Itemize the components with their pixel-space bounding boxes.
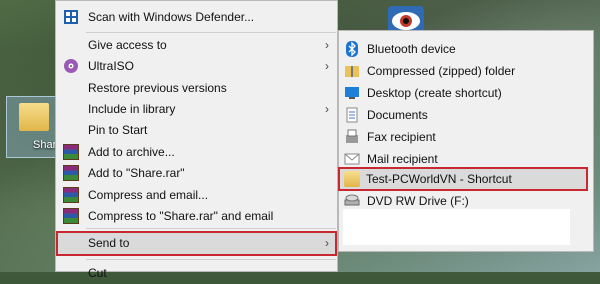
send-to-bluetooth[interactable]: Bluetooth device: [339, 38, 593, 60]
winrar-icon: [63, 165, 79, 181]
send-to-test-pcworldvn[interactable]: Test-PCWorldVN - Shortcut: [338, 167, 588, 191]
dvd-drive-icon: [344, 194, 360, 206]
chevron-right-icon: ›: [325, 38, 329, 52]
menu-item-scan-defender[interactable]: Scan with Windows Defender...: [56, 6, 337, 28]
winrar-icon: [63, 208, 79, 224]
documents-icon: [346, 107, 358, 123]
send-to-documents[interactable]: Documents: [339, 104, 593, 126]
menu-item-label: Give access to: [88, 38, 167, 52]
fax-icon: [346, 129, 358, 143]
submenu-blank-area: [343, 209, 570, 245]
menu-item-label: Include in library: [88, 102, 176, 116]
menu-item-label: Restore previous versions: [88, 81, 227, 95]
menu-item-label: Pin to Start: [88, 123, 148, 137]
menu-item-label: Add to archive...: [88, 145, 175, 159]
menu-separator: [86, 259, 336, 260]
menu-separator: [86, 32, 336, 33]
context-menu: Scan with Windows Defender... Give acces…: [55, 0, 338, 280]
folder-icon: [19, 103, 49, 131]
send-to-label: Bluetooth device: [367, 42, 456, 56]
winrar-icon: [63, 187, 79, 203]
menu-item-compress-email[interactable]: Compress and email...: [56, 184, 337, 206]
menu-item-label: Send to: [88, 236, 130, 250]
menu-item-label: Compress and email...: [88, 188, 209, 202]
menu-item-pin-start[interactable]: Pin to Start: [56, 119, 337, 141]
menu-item-label: Compress to "Share.rar" and email: [88, 209, 274, 223]
menu-item-add-archive[interactable]: Add to archive...: [56, 141, 337, 163]
send-to-label: Fax recipient: [367, 130, 436, 144]
desktop-folder-share[interactable]: Share: [6, 96, 62, 158]
zip-folder-icon: [345, 66, 359, 77]
send-to-label: Compressed (zipped) folder: [367, 64, 516, 78]
mail-icon: [344, 153, 360, 165]
desktop-icon: [345, 87, 359, 99]
send-to-submenu: Bluetooth device Compressed (zipped) fol…: [338, 30, 594, 252]
send-to-label: Documents: [367, 108, 428, 122]
folder-icon: [344, 171, 360, 187]
send-to-label: Test-PCWorldVN - Shortcut: [366, 172, 512, 186]
send-to-zip[interactable]: Compressed (zipped) folder: [339, 60, 593, 82]
menu-item-send-to[interactable]: Send to ›: [56, 231, 337, 256]
menu-item-cut[interactable]: Cut: [56, 262, 337, 284]
chevron-right-icon: ›: [325, 236, 329, 250]
menu-item-label: Cut: [88, 266, 107, 280]
menu-separator: [86, 228, 336, 229]
menu-item-include-library[interactable]: Include in library ›: [56, 98, 337, 120]
chevron-right-icon: ›: [325, 59, 329, 73]
menu-item-label: Add to "Share.rar": [88, 166, 185, 180]
bluetooth-icon: [346, 41, 358, 57]
menu-item-label: UltraISO: [88, 59, 135, 73]
send-to-fax[interactable]: Fax recipient: [339, 126, 593, 148]
menu-item-add-share-rar[interactable]: Add to "Share.rar": [56, 162, 337, 184]
menu-item-ultraiso[interactable]: UltraISO ›: [56, 55, 337, 77]
windows-defender-icon: [64, 10, 78, 24]
menu-item-restore-versions[interactable]: Restore previous versions: [56, 77, 337, 99]
menu-item-give-access[interactable]: Give access to ›: [56, 34, 337, 56]
send-to-desktop[interactable]: Desktop (create shortcut): [339, 82, 593, 104]
menu-item-compress-share-email[interactable]: Compress to "Share.rar" and email: [56, 205, 337, 227]
ultraiso-icon: [64, 59, 78, 73]
send-to-label: Desktop (create shortcut): [367, 86, 502, 100]
chevron-right-icon: ›: [325, 102, 329, 116]
menu-item-label: Scan with Windows Defender...: [88, 10, 255, 24]
winrar-icon: [63, 144, 79, 160]
